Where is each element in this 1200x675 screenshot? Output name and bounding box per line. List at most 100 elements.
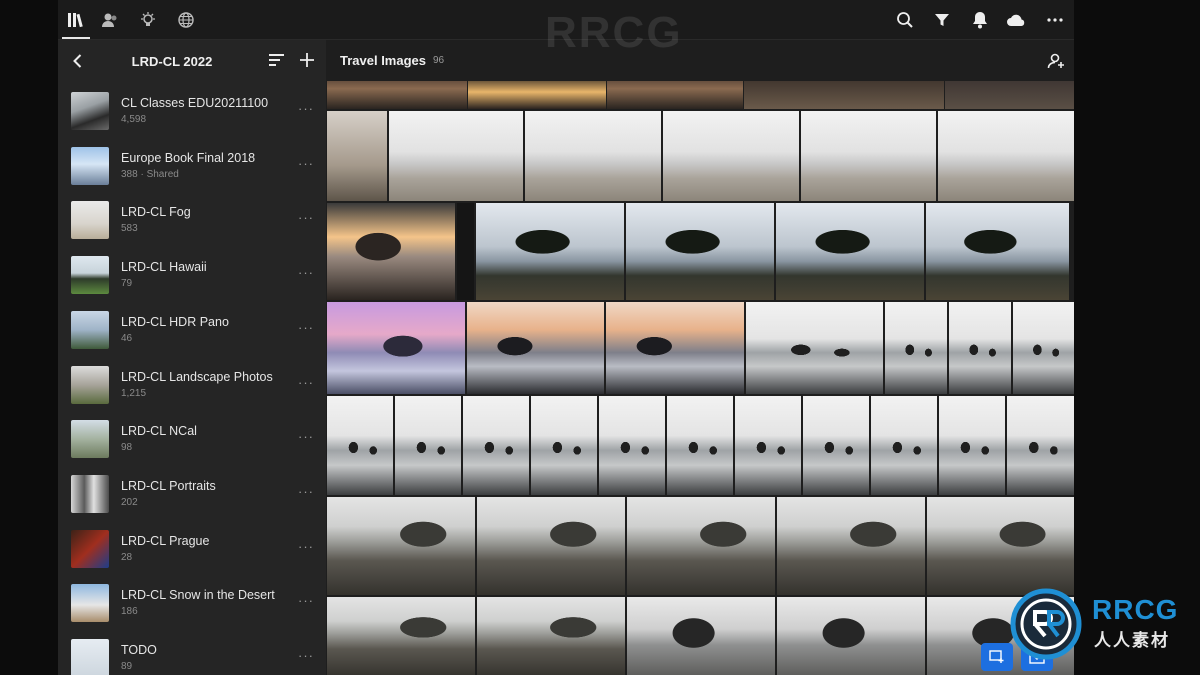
photo-thumbnail[interactable]	[667, 396, 733, 495]
photo-thumbnail[interactable]	[871, 396, 937, 495]
discover-globe-icon[interactable]	[176, 10, 196, 30]
album-item[interactable]: LRD-CL Prague 28 ···	[58, 522, 326, 576]
photo-thumbnail[interactable]	[627, 597, 775, 675]
photo-thumbnail[interactable]	[477, 497, 625, 595]
album-item[interactable]: LRD-CL HDR Pano 46 ···	[58, 303, 326, 357]
album-name: LRD-CL HDR Pano	[121, 314, 229, 329]
album-name: LRD-CL Landscape Photos	[121, 369, 273, 384]
photo-thumbnail[interactable]	[1007, 396, 1074, 495]
album-photo-count: 96	[433, 55, 445, 66]
add-album-icon[interactable]	[298, 51, 318, 71]
album-thumbnail	[71, 529, 109, 568]
learn-bulb-icon[interactable]	[138, 10, 158, 30]
photo-thumbnail[interactable]	[776, 203, 924, 300]
photo-thumbnail[interactable]	[735, 396, 801, 495]
album-more-icon[interactable]: ···	[298, 540, 314, 556]
library-icon[interactable]	[62, 10, 90, 39]
photo-thumbnail[interactable]	[927, 497, 1074, 595]
photo-thumbnail[interactable]	[607, 81, 743, 109]
album-item[interactable]: LRD-CL Landscape Photos 1,215 ···	[58, 358, 326, 412]
photo-thumbnail[interactable]	[663, 111, 799, 201]
photo-thumbnail[interactable]	[926, 203, 1069, 300]
album-item[interactable]: TODO 89 ···	[58, 631, 326, 675]
photo-thumbnail[interactable]	[746, 302, 883, 394]
album-item[interactable]: LRD-CL Portraits 202 ···	[58, 467, 326, 521]
photo-thumbnail[interactable]	[801, 111, 936, 201]
share-people-icon[interactable]	[1046, 51, 1066, 71]
album-thumbnail	[71, 310, 109, 349]
search-icon[interactable]	[895, 10, 915, 30]
album-thumbnail	[71, 256, 109, 295]
album-name: LRD-CL Fog	[121, 205, 191, 220]
photo-thumbnail[interactable]	[327, 396, 393, 495]
cloud-icon[interactable]	[1006, 10, 1026, 30]
album-title: Travel Images	[340, 53, 426, 68]
photo-thumbnail[interactable]	[327, 203, 455, 300]
photo-thumbnail[interactable]	[945, 81, 1074, 109]
photo-thumbnail[interactable]	[467, 302, 604, 394]
photo-thumbnail[interactable]	[606, 302, 744, 394]
photo-thumbnail[interactable]	[803, 396, 869, 495]
people-icon[interactable]	[100, 10, 120, 30]
photo-thumbnail[interactable]	[599, 396, 665, 495]
top-toolbar	[58, 0, 1074, 40]
photo-thumbnail[interactable]	[531, 396, 597, 495]
photo-thumbnail[interactable]	[327, 111, 387, 201]
photo-thumbnail[interactable]	[744, 81, 944, 109]
album-more-icon[interactable]: ···	[298, 102, 314, 118]
sidebar-header: LRD-CL 2022	[58, 40, 326, 82]
filter-icon[interactable]	[932, 10, 952, 30]
album-item[interactable]: LRD-CL Snow in the Desert 186 ···	[58, 576, 326, 630]
album-more-icon[interactable]: ···	[298, 376, 314, 392]
photo-thumbnail[interactable]	[468, 81, 606, 109]
photo-thumbnail[interactable]	[476, 203, 624, 300]
photo-thumbnail[interactable]	[1013, 302, 1074, 394]
album-more-icon[interactable]: ···	[298, 321, 314, 337]
album-item[interactable]: Europe Book Final 2018 388 · Shared ···	[58, 139, 326, 193]
photo-thumbnail[interactable]	[327, 81, 467, 109]
album-name: TODO	[121, 643, 157, 657]
album-count: 4,598	[121, 114, 147, 125]
photo-thumbnail[interactable]	[463, 396, 529, 495]
photo-thumbnail[interactable]	[949, 302, 1011, 394]
photo-thumbnail[interactable]	[777, 497, 925, 595]
album-more-icon[interactable]: ···	[298, 594, 314, 610]
album-count: 1,215	[121, 387, 147, 399]
photo-thumbnail[interactable]	[777, 597, 925, 675]
album-count: 79	[121, 278, 133, 290]
notifications-bell-icon[interactable]	[970, 10, 990, 30]
album-name: CL Classes EDU20211100	[121, 96, 269, 110]
album-item[interactable]: LRD-CL NCal 98 ···	[58, 412, 326, 466]
album-thumbnail	[71, 639, 109, 675]
photo-thumbnail[interactable]	[389, 111, 523, 201]
photo-thumbnail[interactable]	[938, 111, 1074, 201]
album-more-icon[interactable]: ···	[298, 157, 314, 173]
photo-thumbnail[interactable]	[885, 302, 947, 394]
album-more-icon[interactable]: ···	[298, 211, 314, 227]
album-more-icon[interactable]: ···	[298, 485, 314, 501]
photo-thumbnail[interactable]	[457, 203, 474, 300]
album-count: 28	[121, 551, 133, 563]
album-more-icon[interactable]: ···	[298, 649, 314, 665]
photo-thumbnail[interactable]	[327, 597, 475, 675]
photo-thumbnail[interactable]	[327, 302, 465, 394]
album-count: 388 · Shared	[121, 168, 179, 180]
photo-thumbnail[interactable]	[395, 396, 461, 495]
photo-thumbnail[interactable]	[525, 111, 661, 201]
sort-icon[interactable]	[268, 52, 286, 70]
rrcg-logo: RRCG 人人素材	[1004, 586, 1198, 666]
album-item[interactable]: LRD-CL Fog 583 ···	[58, 193, 326, 247]
album-name: LRD-CL NCal	[121, 424, 197, 439]
album-item[interactable]: CL Classes EDU20211100 4,598 ···	[58, 84, 326, 138]
album-thumbnail	[71, 146, 109, 185]
photo-thumbnail[interactable]	[939, 396, 1005, 495]
photo-thumbnail[interactable]	[626, 203, 774, 300]
photo-thumbnail[interactable]	[327, 497, 475, 595]
photo-thumbnail[interactable]	[477, 597, 625, 675]
more-icon[interactable]	[1045, 10, 1065, 30]
album-more-icon[interactable]: ···	[298, 266, 314, 282]
album-more-icon[interactable]: ···	[298, 430, 314, 446]
photo-thumbnail[interactable]	[627, 497, 775, 595]
album-item[interactable]: LRD-CL Hawaii 79 ···	[58, 248, 326, 302]
albums-sidebar: LRD-CL 2022 CL Classes EDU20211100 4,598 ·…	[58, 40, 326, 675]
